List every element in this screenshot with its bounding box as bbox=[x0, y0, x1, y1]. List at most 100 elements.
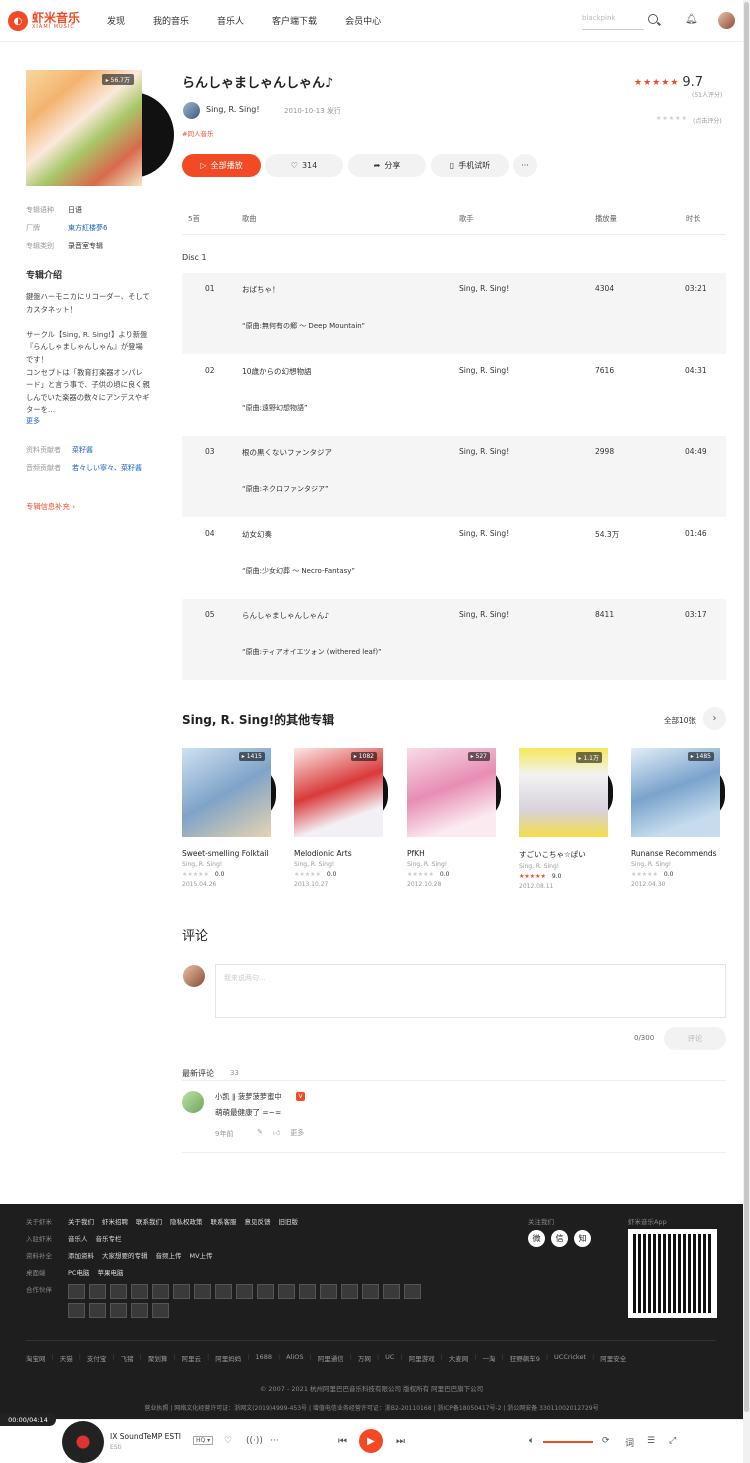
footer-link[interactable]: 旧旧版 bbox=[279, 1216, 299, 1226]
now-playing-artist[interactable]: ESti bbox=[110, 1444, 122, 1451]
group-link[interactable]: 狂野飙车9 bbox=[510, 1353, 540, 1363]
album-name[interactable]: Runanse Recommends bbox=[631, 849, 743, 858]
track-name[interactable]: らんしゃましゃんしゃん♪ bbox=[242, 610, 329, 621]
partner-logo[interactable] bbox=[299, 1284, 316, 1299]
track-artist[interactable]: Sing, R. Sing! bbox=[459, 447, 509, 456]
artist-name[interactable]: Sing, R. Sing! bbox=[206, 105, 260, 114]
album-card[interactable]: ▸ 1082 Melodionic Arts Sing, R. Sing! ★★… bbox=[294, 748, 406, 888]
label-link[interactable]: 東方紅楼夢6 bbox=[68, 223, 107, 233]
quality-select[interactable]: HQ ▾ bbox=[193, 1436, 214, 1445]
album-thumb[interactable] bbox=[294, 748, 383, 837]
group-link[interactable]: 阿里安全 bbox=[600, 1353, 626, 1363]
track-artist[interactable]: Sing, R. Sing! bbox=[459, 529, 509, 538]
nav-discover[interactable]: 发现 bbox=[107, 14, 125, 27]
group-link[interactable]: 万网 bbox=[358, 1353, 371, 1363]
next-icon[interactable]: ⏭ bbox=[396, 1436, 405, 1447]
group-link[interactable]: UC bbox=[385, 1353, 394, 1363]
search-icon[interactable] bbox=[648, 14, 658, 24]
album-artist[interactable]: Sing, R. Sing! bbox=[631, 861, 743, 868]
expand-icon[interactable]: ⤢ bbox=[669, 1436, 676, 1446]
my-rating-stars[interactable]: ★★★★★ bbox=[656, 115, 688, 122]
partner-logo[interactable] bbox=[215, 1284, 232, 1299]
partner-logo[interactable] bbox=[152, 1284, 169, 1299]
partner-logo[interactable] bbox=[89, 1284, 106, 1299]
album-name[interactable]: Melodionic Arts bbox=[294, 849, 406, 858]
weibo-icon[interactable]: 微 bbox=[528, 1230, 545, 1247]
group-link[interactable]: UCCricket bbox=[554, 1353, 586, 1363]
track-name[interactable]: 根の黒くないファンタジア bbox=[242, 447, 332, 458]
partner-logo[interactable] bbox=[320, 1284, 337, 1299]
group-link[interactable]: 1688 bbox=[255, 1353, 272, 1363]
volume-slider[interactable] bbox=[543, 1441, 593, 1443]
nav-client-download[interactable]: 客户端下载 bbox=[272, 14, 317, 27]
track-name[interactable]: おばちゃ！ bbox=[242, 284, 280, 295]
genre-tag[interactable]: #同人音乐 bbox=[182, 128, 213, 138]
partner-logo[interactable] bbox=[110, 1303, 127, 1318]
search-input[interactable]: blackpink bbox=[582, 14, 644, 30]
footer-link[interactable]: 大家想要的专辑 bbox=[102, 1250, 148, 1260]
album-artist[interactable]: Sing, R. Sing! bbox=[519, 863, 631, 870]
volume-icon[interactable]: 🔈︎ bbox=[529, 1436, 534, 1446]
partner-logo[interactable] bbox=[173, 1284, 190, 1299]
album-card[interactable]: ▸ 1415 Sweet-smelling Folktail Sing, R. … bbox=[182, 748, 294, 888]
group-link[interactable]: 飞猪 bbox=[121, 1353, 134, 1363]
page-scrollbar[interactable] bbox=[743, 0, 750, 1463]
playlist-icon[interactable]: ☰ bbox=[647, 1436, 655, 1446]
play-all-button[interactable]: ▷ 全部播放 bbox=[182, 154, 261, 177]
nav-my-music[interactable]: 我的音乐 bbox=[153, 14, 189, 27]
track-name[interactable]: 10歳からの幻想物語 bbox=[242, 366, 312, 377]
lyrics-icon[interactable]: ((·)) bbox=[246, 1436, 263, 1446]
group-link[interactable]: 淘宝网 bbox=[26, 1353, 46, 1363]
intro-more-link[interactable]: 更多 bbox=[26, 416, 40, 426]
nav-vip[interactable]: 会员中心 bbox=[345, 14, 381, 27]
partner-logo[interactable] bbox=[152, 1303, 169, 1318]
partner-logo[interactable] bbox=[278, 1284, 295, 1299]
partner-logo[interactable] bbox=[383, 1284, 400, 1299]
now-playing-title[interactable]: IX SoundTeMP ESTI bbox=[110, 1432, 181, 1441]
partner-logo[interactable] bbox=[257, 1284, 274, 1299]
track-artist[interactable]: Sing, R. Sing! bbox=[459, 610, 509, 619]
more-button[interactable]: ··· bbox=[513, 154, 537, 177]
footer-link[interactable]: 联系我们 bbox=[136, 1216, 162, 1226]
album-card[interactable]: ▸ 527 PfKH Sing, R. Sing! ★★★★★ 0.0 2012.… bbox=[407, 748, 519, 888]
partner-logo[interactable] bbox=[404, 1284, 421, 1299]
footer-link[interactable]: PC电脑 bbox=[68, 1267, 89, 1277]
partner-logo[interactable] bbox=[362, 1284, 379, 1299]
partner-logo[interactable] bbox=[131, 1303, 148, 1318]
partner-logo[interactable] bbox=[341, 1284, 358, 1299]
group-link[interactable]: 阿里妈妈 bbox=[215, 1353, 241, 1363]
track-row[interactable]: 03 根の黒くないファンタジア Sing, R. Sing! 2998 04:4… bbox=[182, 436, 726, 517]
commenter-name[interactable]: 小凯 ‖ 菠萝菠萝蜜中 bbox=[215, 1092, 282, 1102]
track-artist[interactable]: Sing, R. Sing! bbox=[459, 284, 509, 293]
previous-icon[interactable]: ⏮ bbox=[338, 1436, 347, 1447]
track-row[interactable]: 04 幼女幻奏 Sing, R. Sing! 54.3万 01:46 “原曲:少… bbox=[182, 518, 726, 599]
footer-link[interactable]: 虾米招聘 bbox=[102, 1216, 128, 1226]
footer-link[interactable]: 联系客服 bbox=[211, 1216, 237, 1226]
footer-link[interactable]: 添加资料 bbox=[68, 1250, 94, 1260]
my-rating-label[interactable]: (点击评分) bbox=[693, 116, 722, 125]
footer-link[interactable]: MV上传 bbox=[190, 1250, 213, 1260]
partner-logo[interactable] bbox=[236, 1284, 253, 1299]
comment-input[interactable]: 我来说两句... bbox=[215, 964, 726, 1018]
album-name[interactable]: PfKH bbox=[407, 849, 519, 858]
footer-link[interactable]: 音乐专栏 bbox=[96, 1233, 122, 1243]
group-link[interactable]: 聚划算 bbox=[148, 1353, 168, 1363]
track-row[interactable]: 01 おばちゃ！ Sing, R. Sing! 4304 03:21 “原曲:無… bbox=[182, 273, 726, 354]
like-button[interactable]: ♡ 314 bbox=[265, 154, 343, 177]
track-name[interactable]: 幼女幻奏 bbox=[242, 529, 272, 540]
album-cover[interactable]: ▸ 56.7万 bbox=[26, 70, 174, 186]
zhihu-icon[interactable]: 知 bbox=[574, 1230, 591, 1247]
heart-icon[interactable]: ♡ bbox=[224, 1436, 232, 1446]
track-row[interactable]: 02 10歳からの幻想物語 Sing, R. Sing! 7616 04:31 … bbox=[182, 355, 726, 436]
contrib-link[interactable]: 菜籽酱 bbox=[72, 445, 148, 455]
mobile-listen-button[interactable]: ▯ 手机试听 bbox=[431, 154, 509, 177]
footer-link[interactable]: 音乐人 bbox=[68, 1233, 88, 1243]
share-button[interactable]: ➦ 分享 bbox=[348, 154, 426, 177]
partner-logo[interactable] bbox=[68, 1303, 85, 1318]
footer-link[interactable]: 关于我们 bbox=[68, 1216, 94, 1226]
album-name[interactable]: Sweet-smelling Folktail bbox=[182, 849, 294, 858]
partner-logo[interactable] bbox=[89, 1303, 106, 1318]
lyric-toggle-icon[interactable]: 词 bbox=[625, 1436, 634, 1449]
contrib-link[interactable]: 若々しい寧々、菜籽酱 bbox=[72, 463, 148, 473]
group-link[interactable]: 支付宝 bbox=[87, 1353, 107, 1363]
